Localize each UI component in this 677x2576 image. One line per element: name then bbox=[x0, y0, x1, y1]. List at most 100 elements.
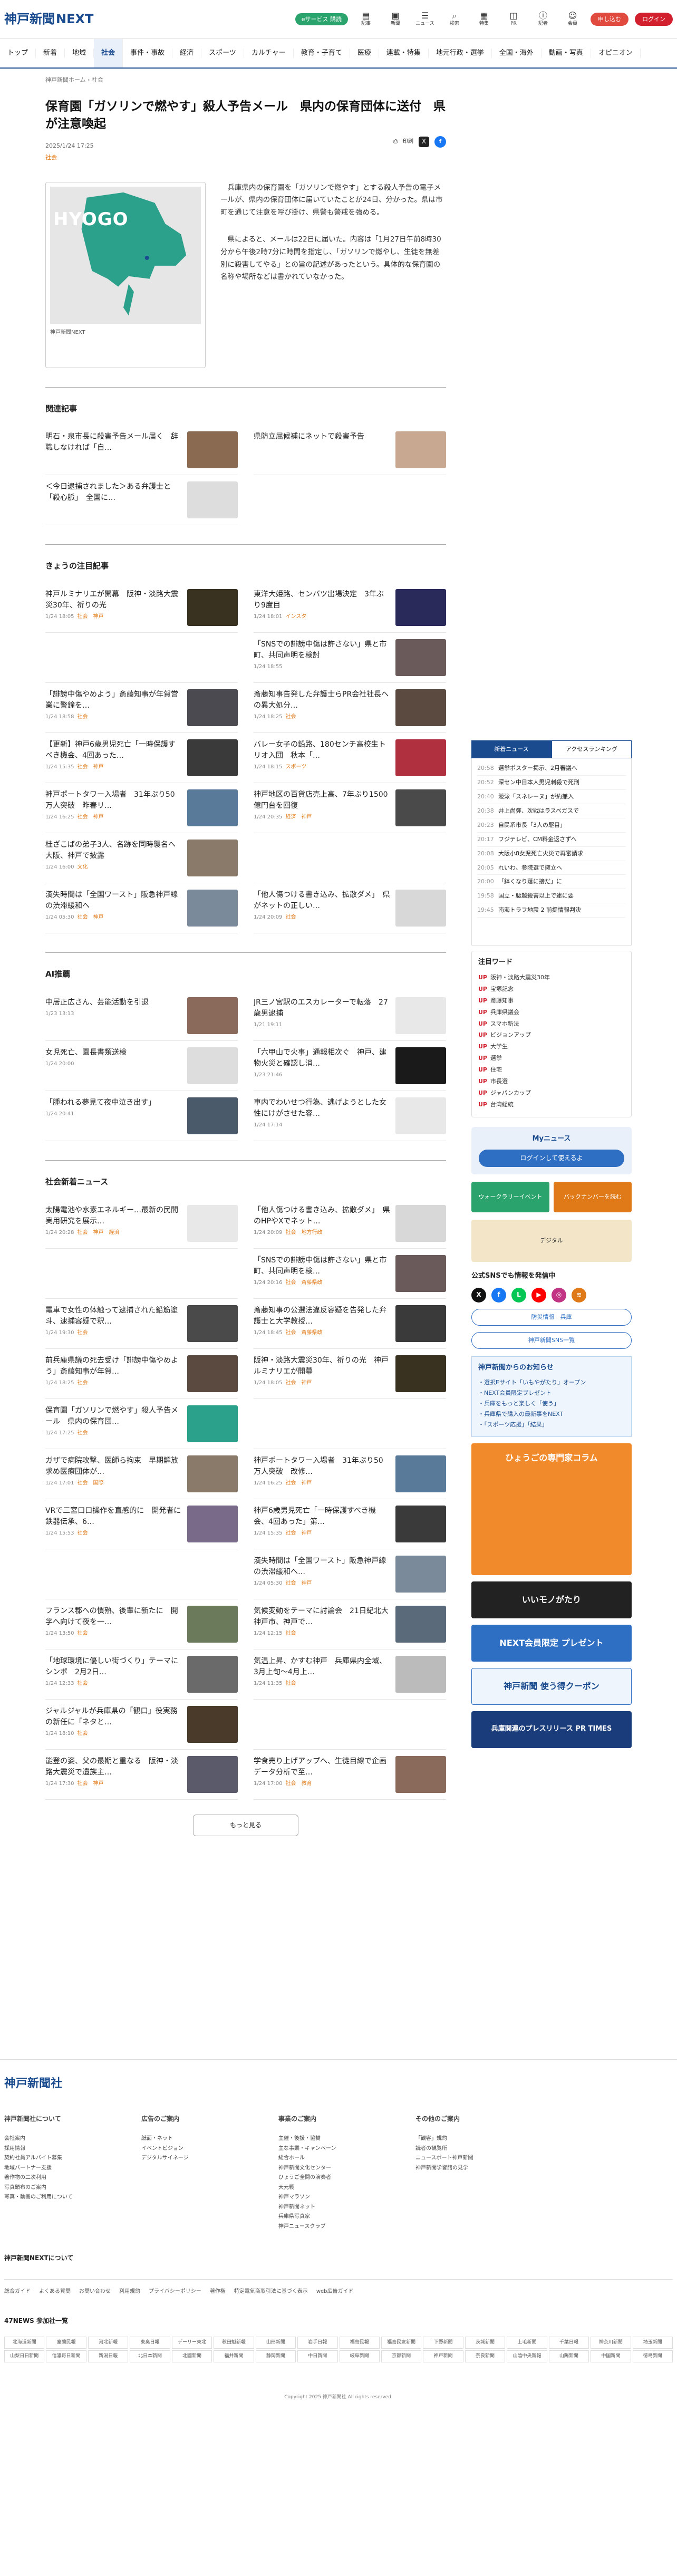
footer-bar-link[interactable]: プライバシーポリシー bbox=[149, 2289, 201, 2294]
list-item-title[interactable]: 電車で女性の体触って逮捕された鉛筋塗斗、逮捕容疑で釈… bbox=[45, 1305, 182, 1327]
latest-item[interactable]: 20:17 フジテレビ、CM料金返さずへ bbox=[477, 833, 626, 847]
list-item-category[interactable]: 社会 bbox=[77, 1530, 88, 1536]
list-item-thumbnail[interactable] bbox=[395, 639, 446, 676]
iimono-banner[interactable]: いいモノがたり bbox=[471, 1581, 632, 1618]
tab-latest[interactable]: 新着ニュース bbox=[471, 740, 552, 758]
list-item-thumbnail[interactable] bbox=[395, 1755, 446, 1793]
paper-link[interactable]: 北海道新聞 bbox=[4, 2336, 45, 2349]
list-item-thumbnail[interactable] bbox=[395, 1305, 446, 1342]
keyword-label[interactable]: 住宅 bbox=[490, 1066, 502, 1073]
keyword-item[interactable]: UP 住宅 bbox=[478, 1064, 625, 1076]
site-logo[interactable]: 神戸新聞 NEXT bbox=[4, 10, 93, 28]
paper-link[interactable]: 中日新聞 bbox=[297, 2350, 338, 2362]
list-item-title[interactable]: 【更新】神戸6歳男児死亡「一時保護すべき機会、4回あった… bbox=[45, 739, 182, 761]
list-item[interactable]: 電車で女性の体触って逮捕された鉛筋塗斗、逮捕容疑で釈… 1/24 19:30 社会 bbox=[45, 1299, 238, 1349]
notice-item[interactable]: ・NEXT会員限定プレゼント bbox=[478, 1388, 625, 1398]
keyword-label[interactable]: 兵庫県議会 bbox=[490, 1009, 519, 1016]
list-item-thumbnail[interactable] bbox=[187, 1097, 238, 1134]
facebook-icon[interactable]: f bbox=[491, 1288, 506, 1303]
footer-link[interactable]: 主な事業・キャンペーン bbox=[278, 2144, 415, 2154]
list-item-thumbnail[interactable] bbox=[187, 1755, 238, 1793]
paper-link[interactable]: 静岡新聞 bbox=[255, 2350, 296, 2362]
latest-item[interactable]: 20:58 選挙ポスター掲示、2月審議へ bbox=[477, 761, 626, 776]
keyword-item[interactable]: UP ジャパンカップ bbox=[478, 1087, 625, 1099]
paper-link[interactable]: 北日本新聞 bbox=[130, 2350, 170, 2362]
list-item-title[interactable]: 「他人傷つける書き込み、拡散ダメ」 県がネットの正しい… bbox=[254, 890, 390, 912]
list-item-category[interactable]: 社会 神戸 bbox=[285, 1580, 312, 1586]
list-item-thumbnail[interactable] bbox=[187, 890, 238, 927]
list-item[interactable]: 桂ざこばの弟子3人、名跡を同時襲名へ 大阪、神戸で披露 1/24 16:00 文化 bbox=[45, 833, 238, 883]
list-item[interactable]: 「六甲山で火事」通報相次ぐ 神戸、建物火災と確認し消… 1/23 21:46 bbox=[254, 1041, 446, 1091]
keyword-item[interactable]: UP ビジョンアップ bbox=[478, 1029, 625, 1041]
latest-item[interactable]: 20:00 「鉢くなり落に接だ」に bbox=[477, 875, 626, 890]
footer-link[interactable]: 写真頒布のご案内 bbox=[4, 2183, 141, 2193]
list-item[interactable]: 車内でわいせつ行為、逃げようとした女性にけがさせた容… 1/24 17:14 bbox=[254, 1091, 446, 1141]
latest-item[interactable]: 19:45 南海トラフ地震 2 前提情報判決 bbox=[477, 903, 626, 918]
list-item[interactable]: 前兵庫県議の死去受け「誹謗中傷やめよう」斎藤知事が年賀… 1/24 18:25 社会 bbox=[45, 1349, 238, 1399]
list-item[interactable]: 保育園「ガソリンで燃やす」殺人予告メール 県内の保育団… 1/24 17:25 社会 bbox=[45, 1399, 238, 1449]
list-item-category[interactable]: 社会 bbox=[77, 1731, 88, 1736]
list-item-category[interactable]: 社会 bbox=[77, 1630, 88, 1636]
list-item-thumbnail[interactable] bbox=[187, 1305, 238, 1342]
list-item-category[interactable]: 社会 地方行政 bbox=[285, 1230, 322, 1236]
latest-title[interactable]: 南海トラフ地震 2 前提情報判決 bbox=[498, 906, 581, 914]
header-icon-3[interactable]: ☰ ニュース bbox=[413, 11, 437, 27]
paper-link[interactable]: デーリー東北 bbox=[171, 2336, 212, 2349]
list-item[interactable]: 「SNSでの誹謗中傷は許さない」県と市町、共同声明を検討 1/24 18:55 bbox=[254, 633, 446, 683]
latest-item[interactable]: 20:23 自民系市長「3人の駆目」 bbox=[477, 818, 626, 833]
list-item-title[interactable]: 中居正広さん、芸能活動を引退 bbox=[45, 997, 149, 1008]
disaster-info-button[interactable]: 防災情報 兵庫 bbox=[471, 1309, 632, 1326]
latest-title[interactable]: 国立・腰越殺害以上で逮に要 bbox=[498, 892, 574, 900]
list-item[interactable]: 気温上昇、かすむ神戸 兵庫県内全域、3月上旬〜4月上… 1/24 11:35 社会 bbox=[254, 1649, 446, 1700]
latest-title[interactable]: 大阪小8女児死亡火災で再審請求 bbox=[498, 850, 583, 858]
list-item-title[interactable]: 神戸地区の百貨店売上高、7年ぶり1500億円台を回復 bbox=[254, 789, 390, 812]
list-item-category[interactable]: 社会 bbox=[285, 1681, 296, 1686]
list-item-title[interactable]: 神戸6歳男児死亡「一時保護すべき機会、4回あった」第… bbox=[254, 1506, 390, 1528]
footer-link[interactable]: 「観客」規約 bbox=[415, 2134, 553, 2144]
footer-bar-link[interactable]: 総合ガイド bbox=[4, 2289, 31, 2294]
list-item-thumbnail[interactable] bbox=[395, 1605, 446, 1643]
paper-link[interactable]: 中国新聞 bbox=[591, 2350, 631, 2362]
list-item-title[interactable]: 女児死亡、園長書類送検 bbox=[45, 1047, 127, 1058]
paper-link[interactable]: 岐阜新聞 bbox=[339, 2350, 380, 2362]
list-item-title[interactable]: 気温上昇、かすむ神戸 兵庫県内全域、3月上旬〜4月上… bbox=[254, 1656, 390, 1678]
list-item-category[interactable]: 社会 神戸 bbox=[77, 814, 103, 820]
list-item[interactable]: 【更新】神戸6歳男児死亡「一時保護すべき機会、4回あった… 1/24 15:35 社… bbox=[45, 733, 238, 783]
keyword-item[interactable]: UP 宝塚記念 bbox=[478, 983, 625, 995]
list-item-title[interactable]: バレー女子の鉛路、180センチ高校生トリオ入団 秋本「… bbox=[254, 739, 390, 761]
header-icon-6[interactable]: ◫ PR bbox=[502, 11, 525, 27]
paper-link[interactable]: 千葉日報 bbox=[548, 2336, 589, 2349]
paper-link[interactable]: 福島民報 bbox=[339, 2336, 380, 2349]
youtube-icon[interactable]: ▶ bbox=[531, 1288, 546, 1303]
footer-link[interactable]: 会社案内 bbox=[4, 2134, 141, 2144]
list-item-title[interactable]: ガザで病院攻撃、医師ら拘束 早期解放求め医療団体が… bbox=[45, 1455, 182, 1478]
list-item[interactable]: 女児死亡、園長書類送検 1/24 20:00 bbox=[45, 1041, 238, 1091]
list-item-thumbnail[interactable] bbox=[395, 1655, 446, 1693]
list-item-title[interactable]: 明石・泉市長に殺害予告メール届く 辞職しなければ「自… bbox=[45, 431, 182, 454]
keyword-item[interactable]: UP 台湾総統 bbox=[478, 1099, 625, 1111]
notice-item[interactable]: ・兵庫県で購入の最新事をNEXT bbox=[478, 1409, 625, 1420]
list-item-title[interactable]: 阪神・淡路大震災30年、祈りの光 神戸ルミナリエが開幕 bbox=[254, 1355, 390, 1377]
nav-economy[interactable]: 経済 bbox=[172, 48, 202, 59]
rss-icon[interactable]: ≋ bbox=[572, 1288, 586, 1303]
nav-incident[interactable]: 事件・事故 bbox=[123, 48, 173, 59]
latest-title[interactable]: 深セン中日本人男児刺殺で死刑 bbox=[498, 778, 579, 787]
list-item-thumbnail[interactable] bbox=[187, 1405, 238, 1442]
keyword-label[interactable]: 選挙 bbox=[490, 1055, 502, 1062]
list-item-category[interactable]: 社会 bbox=[285, 714, 296, 720]
footer-link[interactable]: 著作物の二次利用 bbox=[4, 2173, 141, 2183]
list-item-category[interactable]: 社会 bbox=[77, 1330, 88, 1336]
footer-bar-link[interactable]: お問い合わせ bbox=[79, 2289, 111, 2294]
list-item-category[interactable]: インスタ bbox=[285, 614, 306, 620]
list-item[interactable]: 神戸ポートタワー入場者 31年ぶり50万人突破 改修… 1/24 16:25 社会 … bbox=[254, 1449, 446, 1499]
coupon-banner[interactable]: 神戸新聞 使う得クーポン bbox=[471, 1667, 632, 1705]
nav-opinion[interactable]: オピニオン bbox=[591, 48, 641, 59]
footer-link[interactable]: 契約社員アルバイト募集 bbox=[4, 2154, 141, 2164]
keyword-item[interactable]: UP 兵庫県議会 bbox=[478, 1007, 625, 1018]
list-item-category[interactable]: 社会 bbox=[77, 1430, 88, 1436]
keyword-item[interactable]: UP 市長選 bbox=[478, 1076, 625, 1087]
header-icon-1[interactable]: ▤ 記事 bbox=[354, 11, 378, 27]
list-item-category[interactable]: 社会 神戸 bbox=[77, 764, 103, 770]
list-item-thumbnail[interactable] bbox=[187, 1655, 238, 1693]
nav-world[interactable]: 全国・海外 bbox=[492, 48, 541, 59]
